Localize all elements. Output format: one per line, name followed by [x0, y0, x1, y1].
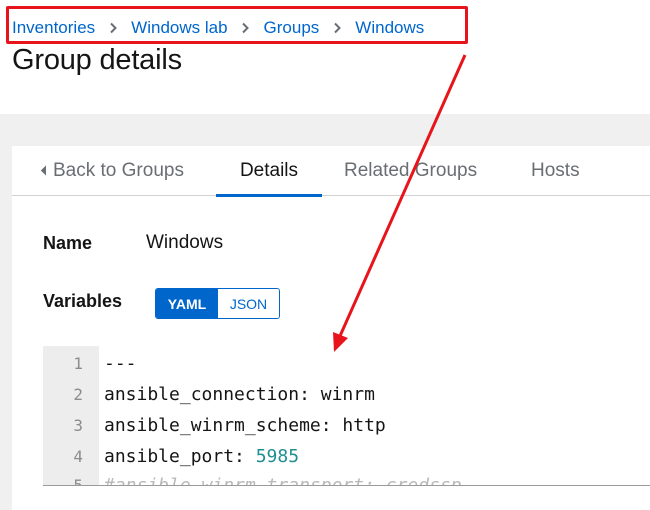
- chevron-right-icon: [228, 22, 264, 34]
- code-key: ---: [104, 353, 137, 374]
- name-value: Windows: [146, 232, 224, 253]
- tab-details[interactable]: Details: [216, 146, 322, 197]
- code-line: 2 ansible_connection: winrm: [43, 379, 650, 411]
- tab-back-to-groups[interactable]: Back to Groups: [40, 146, 184, 196]
- breadcrumb-inventories[interactable]: Inventories: [12, 18, 95, 38]
- breadcrumb: Inventories Windows lab Groups Windows: [12, 16, 424, 40]
- breadcrumb-groups[interactable]: Groups: [264, 18, 320, 38]
- chevron-right-icon: [319, 22, 355, 34]
- json-toggle-button[interactable]: JSON: [218, 289, 279, 318]
- format-toggle: YAML JSON: [155, 288, 280, 319]
- code-text: ansible_port: 5985: [104, 441, 299, 473]
- page-header: Inventories Windows lab Groups Windows G…: [0, 0, 650, 114]
- line-number: 5: [73, 476, 83, 486]
- group-details-page: Inventories Windows lab Groups Windows G…: [0, 0, 650, 510]
- code-key: ansible_connection:: [104, 384, 321, 405]
- chevron-right-icon: [95, 22, 131, 34]
- tab-back-label: Back to Groups: [53, 160, 184, 181]
- editor-scroll-edge: [43, 485, 650, 486]
- tab-hosts[interactable]: Hosts: [531, 146, 580, 196]
- code-text: ansible_winrm_scheme: http: [104, 410, 386, 442]
- code-line-partial: 5 #ansible_winrm_transport: credssp: [43, 470, 650, 486]
- caret-left-icon: [40, 160, 47, 182]
- code-value-number: 5985: [255, 446, 300, 467]
- code-text: ---: [104, 348, 137, 380]
- breadcrumb-windows[interactable]: Windows: [355, 18, 424, 38]
- line-number: 3: [73, 416, 83, 435]
- yaml-toggle-button[interactable]: YAML: [156, 289, 218, 318]
- breadcrumb-windows-lab[interactable]: Windows lab: [131, 18, 227, 38]
- line-number: 2: [73, 385, 83, 404]
- code-line: 3 ansible_winrm_scheme: http: [43, 410, 650, 442]
- tab-related-groups[interactable]: Related Groups: [344, 146, 477, 196]
- code-value: http: [342, 415, 386, 436]
- line-number: 4: [73, 447, 83, 466]
- code-line: 4 ansible_port: 5985: [43, 441, 650, 473]
- group-details-card: Back to Groups Details Related Groups Ho…: [12, 146, 650, 510]
- code-line: 1 ---: [43, 348, 650, 380]
- tab-bar: Back to Groups Details Related Groups Ho…: [12, 146, 650, 197]
- variables-label: Variables: [43, 291, 123, 311]
- code-comment: #ansible_winrm_transport: credssp: [104, 475, 462, 486]
- line-number: 1: [73, 354, 83, 373]
- page-title: Group details: [12, 44, 182, 76]
- code-key: ansible_winrm_scheme:: [104, 415, 343, 436]
- code-key: ansible_port:: [104, 446, 256, 467]
- code-text: ansible_connection: winrm: [104, 379, 375, 411]
- name-label: Name: [43, 233, 93, 253]
- code-value: winrm: [320, 384, 375, 405]
- variables-code-editor[interactable]: 1 --- 2 ansible_connection: winrm 3 ansi…: [43, 346, 650, 486]
